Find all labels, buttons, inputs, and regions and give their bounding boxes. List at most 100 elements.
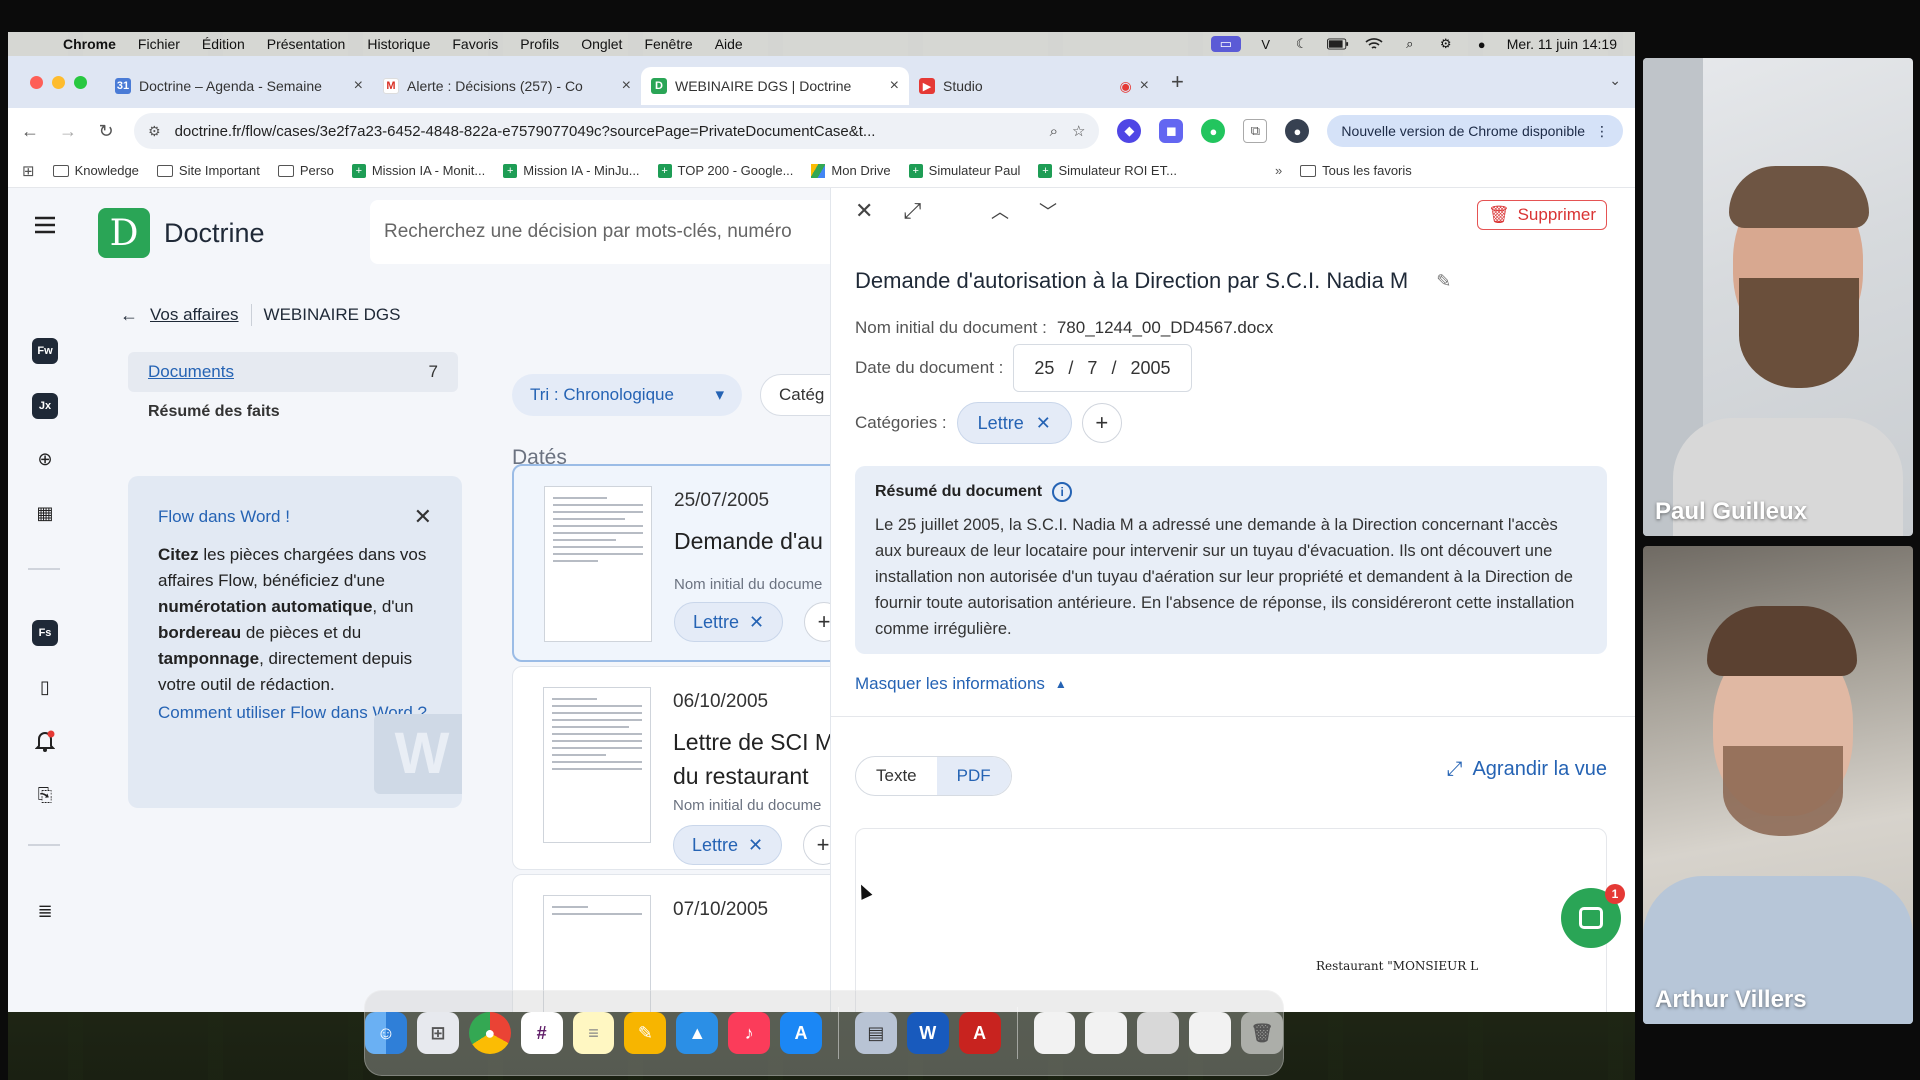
minimize-window-button[interactable] <box>52 75 65 89</box>
hamburger-menu-icon[interactable] <box>32 212 58 238</box>
delete-button[interactable]: 🗑 Supprimer <box>1476 200 1607 230</box>
new-tab-button[interactable]: + <box>1159 69 1196 95</box>
rail-fs[interactable]: Fs <box>32 620 58 646</box>
address-bar[interactable]: ⚙ doctrine.fr/flow/cases/3e2f7a23-6452-4… <box>134 113 1100 149</box>
word-icon[interactable]: W <box>906 1012 949 1054</box>
date-day[interactable]: 25 <box>1034 358 1054 379</box>
recent-document-icon[interactable] <box>1137 1012 1180 1054</box>
back-arrow-icon[interactable]: ← <box>20 121 40 142</box>
date-year[interactable]: 2005 <box>1130 358 1170 379</box>
info-icon[interactable]: i <box>1052 482 1073 502</box>
bookmark-star-icon[interactable]: ☆ <box>1072 122 1085 140</box>
participant-video-tile[interactable]: Arthur Villers <box>1643 546 1913 1024</box>
bookmark-top-200[interactable]: + TOP 200 - Google... <box>657 163 793 178</box>
bookmark-mission-ia-minju[interactable]: + Mission IA - MinJu... <box>503 163 640 178</box>
menu-edition[interactable]: Édition <box>191 36 256 52</box>
remove-chip-icon[interactable]: ✕ <box>748 835 763 856</box>
hide-info-toggle[interactable]: Masquer les informations ▲ <box>855 674 1067 694</box>
rail-table-icon[interactable]: ▦ <box>32 500 58 526</box>
date-month[interactable]: 7 <box>1087 358 1097 379</box>
close-tab-icon[interactable]: × <box>1140 77 1149 95</box>
battery-icon[interactable] <box>1326 36 1349 52</box>
url-text[interactable]: doctrine.fr/flow/cases/3e2f7a23-6452-484… <box>175 123 1036 140</box>
rail-book-icon[interactable]: ▯ <box>32 674 58 700</box>
remove-chip-icon[interactable]: ✕ <box>749 612 764 633</box>
chevron-down-icon[interactable]: ﹀ <box>1039 198 1057 224</box>
sort-dropdown[interactable]: Tri : Chronologique ▾ <box>512 374 742 416</box>
add-category-button[interactable]: + <box>1081 403 1122 443</box>
maximize-window-button[interactable] <box>74 75 87 89</box>
expand-icon[interactable]: ⤢ <box>903 198 921 224</box>
menu-fichier[interactable]: Fichier <box>127 36 191 52</box>
more-bookmarks-chevron-icon[interactable]: » <box>1275 163 1282 178</box>
rail-jurisprudence[interactable]: Jx <box>32 393 58 419</box>
notes-icon[interactable]: ≡ <box>572 1012 615 1054</box>
app-store-icon[interactable]: A <box>780 1012 822 1054</box>
category-chip[interactable]: Lettre ✕ <box>673 825 783 865</box>
profile-avatar[interactable]: ● <box>1285 119 1310 143</box>
close-icon[interactable]: ✕ <box>414 504 432 530</box>
launchpad-icon[interactable]: ⊞ <box>416 1012 459 1054</box>
menu-fenetre[interactable]: Fenêtre <box>633 36 703 52</box>
rail-add-circle-icon[interactable]: ⊕ <box>32 446 58 472</box>
slack-icon[interactable]: # <box>520 1012 563 1054</box>
menubar-clock[interactable]: Mer. 11 juin 14:19 <box>1507 36 1617 52</box>
tab-gmail[interactable]: M Alerte : Décisions (257) - Co × <box>373 67 641 105</box>
menu-app-name[interactable]: Chrome <box>52 36 127 52</box>
tab-studio[interactable]: ▶ Studio ◉ × <box>909 67 1159 105</box>
tab-pdf[interactable]: PDF <box>936 757 1011 795</box>
bookmark-all-favorites[interactable]: Tous les favoris <box>1300 163 1412 178</box>
participant-video-tile[interactable]: Paul Guilleux <box>1643 58 1913 536</box>
close-tab-icon[interactable]: × <box>354 77 363 95</box>
menu-aide[interactable]: Aide <box>704 36 754 52</box>
close-icon[interactable]: ✕ <box>855 198 873 224</box>
control-center-icon[interactable]: ⚙ <box>1435 36 1457 52</box>
menu-onglet[interactable]: Onglet <box>570 36 633 52</box>
rail-bookmark-icon[interactable]: ⎘ <box>32 782 58 808</box>
pdf-preview[interactable]: Restaurant "MONSIEUR L <box>855 828 1607 1012</box>
siri-icon[interactable]: ● <box>1471 36 1493 52</box>
extensions-puzzle-icon[interactable]: ⧉ <box>1243 119 1268 143</box>
bookmark-simulateur-roi[interactable]: + Simulateur ROI ET... <box>1038 163 1177 178</box>
site-settings-icon[interactable]: ⚙ <box>148 123 161 140</box>
nav-resume-des-faits[interactable]: Résumé des faits <box>128 392 458 432</box>
menu-favoris[interactable]: Favoris <box>441 36 509 52</box>
bookmark-site-important[interactable]: Site Important <box>156 163 260 178</box>
recent-document-icon[interactable] <box>1085 1012 1128 1054</box>
rail-stack-icon[interactable]: ≣ <box>32 898 58 924</box>
preview-icon[interactable]: ▤ <box>854 1012 897 1054</box>
chrome-icon[interactable]: ● <box>468 1012 511 1054</box>
reload-icon[interactable]: ↻ <box>96 121 116 142</box>
finder-icon[interactable]: ☺ <box>365 1012 407 1054</box>
decision-search-input[interactable]: Recherchez une décision par mots-clés, n… <box>370 200 890 264</box>
extension-shield-icon[interactable]: ◆ <box>1117 119 1142 143</box>
remove-chip-icon[interactable]: ✕ <box>1036 413 1051 434</box>
music-icon[interactable]: ♪ <box>728 1012 771 1054</box>
forward-arrow-icon[interactable]: → <box>58 121 78 142</box>
chevron-up-icon[interactable]: ︿ <box>991 198 1009 224</box>
keynote-icon[interactable]: ▲ <box>676 1012 719 1054</box>
doctrine-logo[interactable]: D Doctrine <box>98 208 265 258</box>
wifi-icon[interactable] <box>1363 36 1385 52</box>
rail-flow-word[interactable]: Fw <box>32 338 58 364</box>
extension-square-icon[interactable]: ◼ <box>1159 119 1184 143</box>
recent-document-icon[interactable] <box>1189 1012 1232 1054</box>
enlarge-view-button[interactable]: ⤢ Agrandir la vue <box>1446 758 1607 781</box>
close-tab-icon[interactable]: × <box>622 77 631 95</box>
document-date-input[interactable]: 25 / 7 / 2005 <box>1013 344 1192 392</box>
tab-texte[interactable]: Texte <box>856 757 937 795</box>
tab-webinaire[interactable]: D WEBINAIRE DGS | Doctrine × <box>641 67 909 105</box>
tab-agenda[interactable]: 31 Doctrine – Agenda - Semaine × <box>105 67 373 105</box>
category-chip[interactable]: Lettre ✕ <box>674 602 784 642</box>
bookmark-mission-ia-monit[interactable]: + Mission IA - Monit... <box>351 163 485 178</box>
close-tab-icon[interactable]: × <box>890 77 899 95</box>
pencil-icon[interactable]: ✎ <box>1436 271 1451 292</box>
screen-share-icon[interactable]: ▭ <box>1210 36 1241 52</box>
bookmark-simulateur-paul[interactable]: + Simulateur Paul <box>908 163 1020 178</box>
bookmark-mon-drive[interactable]: Mon Drive <box>811 163 891 178</box>
menu-presentation[interactable]: Présentation <box>256 36 357 52</box>
close-window-button[interactable] <box>30 75 43 89</box>
recent-document-icon[interactable] <box>1033 1012 1076 1054</box>
zoom-icon[interactable]: ⌕ <box>1050 123 1058 140</box>
acrobat-icon[interactable]: A <box>958 1012 1001 1054</box>
